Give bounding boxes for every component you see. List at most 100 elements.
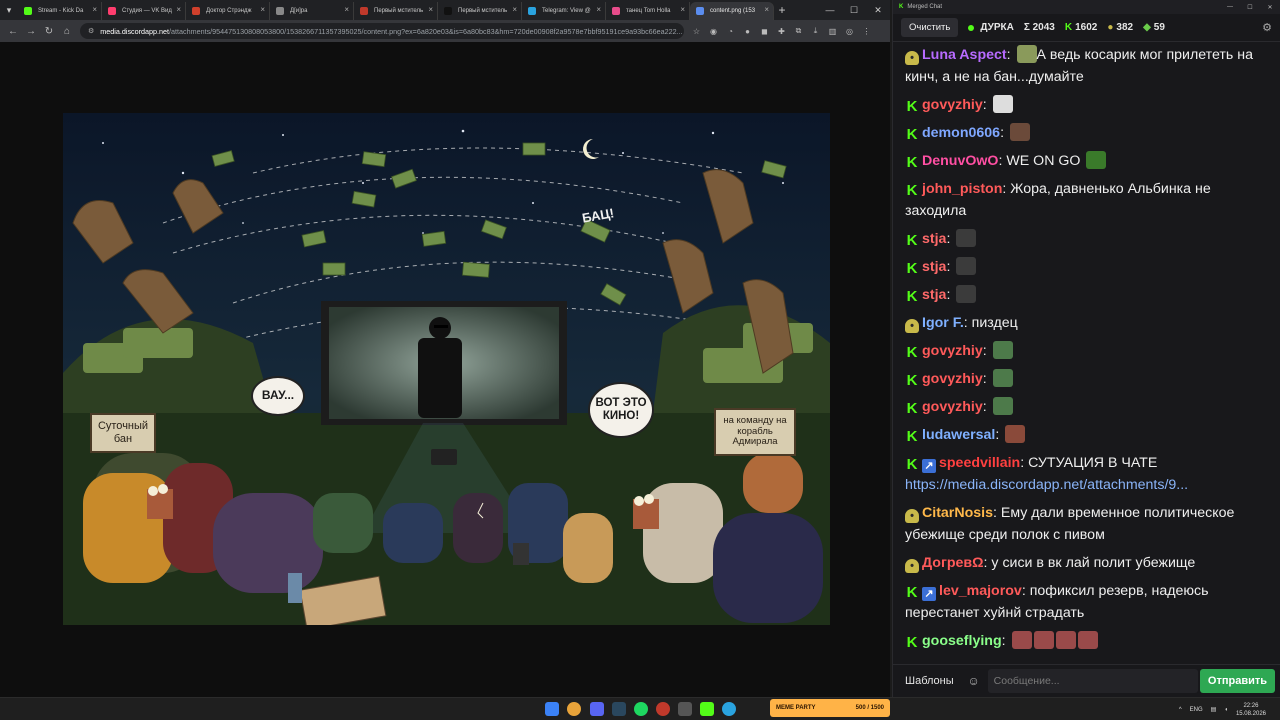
system-tray: ^ ENG ▤ ◖ 22:26 15.08.2026 (1179, 698, 1280, 720)
browser-tab[interactable]: Telegram: View @ × (522, 2, 606, 20)
templates-button[interactable]: Шаблоны (899, 675, 960, 687)
new-tab-button[interactable]: + (774, 3, 790, 17)
download-icon[interactable]: ⤓ (807, 22, 824, 40)
emote-icon (992, 95, 1013, 113)
back-icon[interactable]: ← (4, 22, 22, 40)
maximize-icon[interactable]: ☐ (842, 0, 866, 20)
language-indicator[interactable]: ENG (1190, 707, 1203, 713)
close-icon[interactable]: ✕ (866, 0, 890, 20)
chat-username[interactable]: demon0606 (922, 125, 1000, 141)
emote-icon (1005, 425, 1026, 443)
bot-badge-icon: • (905, 319, 919, 333)
minimize-icon[interactable]: — (1220, 4, 1240, 11)
chat-username[interactable]: govyzhiy (922, 97, 983, 113)
clock[interactable]: 22:26 15.08.2026 (1236, 702, 1266, 718)
tab-close-icon[interactable]: × (512, 5, 517, 14)
maximize-icon[interactable]: ☐ (1240, 4, 1260, 11)
tab-close-icon[interactable]: × (596, 5, 601, 14)
steam-icon[interactable] (612, 702, 626, 716)
chat-username[interactable]: govyzhiy (922, 371, 983, 387)
profile-icon[interactable]: ◎ (841, 22, 858, 40)
chat-window-title: Merged Chat (907, 4, 943, 10)
browser-tab[interactable]: Первый мститель × (438, 2, 522, 20)
kick-app-icon[interactable] (700, 702, 714, 716)
extension-icon[interactable]: ◼ (756, 22, 773, 40)
split-view-icon[interactable]: ▥ (824, 22, 841, 40)
tab-close-icon[interactable]: × (92, 5, 97, 14)
chat-message: • CitarNosis: Ему дали временное политиче… (905, 502, 1269, 546)
chat-username[interactable]: ДогревΩ (922, 555, 984, 571)
tab-close-icon[interactable]: × (176, 5, 181, 14)
browser-tab[interactable]: Доктор Стрэндж × (186, 2, 270, 20)
bookmark-star-icon[interactable]: ☆ (688, 22, 705, 40)
browser-tab[interactable]: танец Tom Holla × (606, 2, 690, 20)
close-icon[interactable]: ✕ (1260, 4, 1280, 11)
meme-party-widget[interactable]: MEME PARTY 500 / 1500 (770, 699, 890, 717)
address-bar[interactable]: ⚙ media.discordapp.net /attachments/9544… (80, 23, 684, 39)
chat-username[interactable]: gooseflying (922, 633, 1002, 649)
forward-icon[interactable]: → (22, 22, 40, 40)
home-icon[interactable]: ⌂ (58, 22, 76, 40)
browser-tab[interactable]: Студия — VK Вид × (102, 2, 186, 20)
message-input[interactable] (987, 669, 1198, 693)
volume-icon[interactable]: ◖ (1224, 707, 1228, 713)
site-info-icon[interactable]: ⚙ (88, 27, 94, 35)
tab-search-icon[interactable]: ▾ (0, 0, 18, 20)
puzzle-icon[interactable]: ⧉ (790, 22, 807, 40)
send-button[interactable]: Отправить (1199, 669, 1275, 693)
tab-close-icon[interactable]: × (428, 5, 433, 14)
pin-badge-icon: ↗ (922, 587, 936, 601)
browser-tab[interactable]: Stream - Kick Da × (18, 2, 102, 20)
chat-username[interactable]: lev_majorov (939, 583, 1022, 599)
chat-separator: : (982, 343, 991, 359)
chat-username[interactable]: CitarNosis (922, 505, 993, 521)
extension-icon[interactable]: ◔ (722, 22, 739, 40)
clear-chat-button[interactable]: Очистить (901, 18, 959, 37)
browser-tab[interactable]: content.png (153 × (690, 2, 774, 20)
browser-tab[interactable]: Первый мститель × (354, 2, 438, 20)
tab-label: Первый мститель (458, 8, 508, 14)
chat-separator: : (946, 287, 955, 303)
minimize-icon[interactable]: — (818, 0, 842, 20)
chat-username[interactable]: Luna Aspect (922, 47, 1007, 63)
app-icon[interactable] (656, 702, 670, 716)
tab-favicon-icon (360, 7, 368, 15)
channel-name: ДУРКА (980, 22, 1014, 33)
chat-username[interactable]: speedvillain (939, 455, 1020, 471)
chat-username[interactable]: govyzhiy (922, 343, 983, 359)
gear-icon[interactable]: ⚙ (1262, 21, 1272, 34)
chat-username[interactable]: stja (922, 231, 946, 247)
extension-icon[interactable]: ◉ (705, 22, 722, 40)
chat-username[interactable]: Igor F. (922, 315, 964, 331)
chat-username[interactable]: stja (922, 287, 946, 303)
chat-username[interactable]: ludawersal (922, 427, 995, 443)
app-icon[interactable] (678, 702, 692, 716)
emoji-icon[interactable]: ☺ (964, 674, 984, 688)
tab-close-icon[interactable]: × (764, 5, 769, 14)
chat-username[interactable]: john_piston (922, 181, 1002, 197)
chat-username[interactable]: stja (922, 259, 946, 275)
tab-close-icon[interactable]: × (260, 5, 265, 14)
tab-close-icon[interactable]: × (344, 5, 349, 14)
kick-badge-icon: K (906, 400, 918, 417)
browser-tab[interactable]: Д[и]ра × (270, 2, 354, 20)
live-dot-icon (968, 24, 975, 31)
start-icon[interactable] (545, 702, 559, 716)
network-icon[interactable]: ▤ (1211, 706, 1217, 713)
spotify-icon[interactable] (634, 702, 648, 716)
bot-badge-icon: • (905, 51, 919, 65)
extension-icon[interactable]: ● (739, 22, 756, 40)
discord-icon[interactable] (590, 702, 604, 716)
telegram-icon[interactable] (722, 702, 736, 716)
extension-icon[interactable]: ✚ (773, 22, 790, 40)
chat-username[interactable]: govyzhiy (922, 399, 983, 415)
menu-icon[interactable]: ⋮ (858, 22, 875, 40)
total-viewers: Σ 2043 (1024, 22, 1055, 33)
tray-chevron-icon[interactable]: ^ (1179, 707, 1182, 713)
tab-close-icon[interactable]: × (680, 5, 685, 14)
chrome-icon[interactable] (567, 702, 581, 716)
chat-link[interactable]: https://media.discordapp.net/attachments… (905, 477, 1188, 493)
reload-icon[interactable]: ↻ (40, 22, 58, 40)
total-viewers-value: Σ 2043 (1023, 22, 1055, 33)
chat-username[interactable]: DenuvOwO (922, 153, 998, 169)
